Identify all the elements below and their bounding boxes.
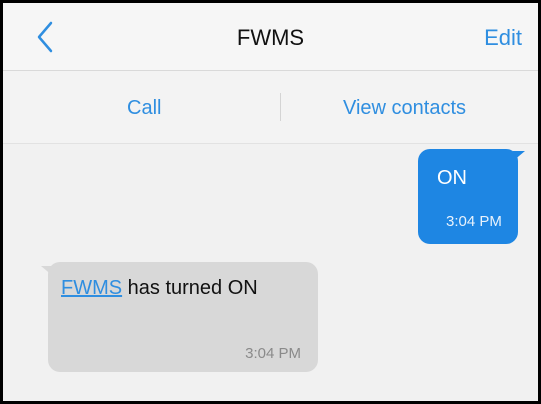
message-text: ON xyxy=(437,167,467,189)
message-body: has turned ON xyxy=(122,277,258,299)
sender-link[interactable]: FWMS xyxy=(61,277,122,299)
messages-screen: FWMS Edit Call View contacts ON 3:04 PM … xyxy=(0,0,541,404)
conversation-title: FWMS xyxy=(236,25,305,50)
call-button[interactable]: Call xyxy=(127,97,161,120)
action-divider xyxy=(280,93,281,121)
incoming-message-bubble[interactable]: FWMS has turned ON 3:04 PM xyxy=(41,262,318,372)
message-text: FWMS has turned ON xyxy=(61,277,258,300)
edit-button[interactable]: Edit xyxy=(484,25,522,51)
outgoing-message-bubble[interactable]: ON 3:04 PM xyxy=(418,149,525,244)
navigation-bar: FWMS Edit xyxy=(3,3,538,71)
message-timestamp: 3:04 PM xyxy=(446,213,502,230)
bubble-tail xyxy=(41,266,53,276)
view-contacts-button[interactable]: View contacts xyxy=(343,97,466,120)
contact-action-bar: Call View contacts xyxy=(3,71,538,144)
bubble-tail xyxy=(513,151,525,161)
message-timestamp: 3:04 PM xyxy=(245,345,301,362)
